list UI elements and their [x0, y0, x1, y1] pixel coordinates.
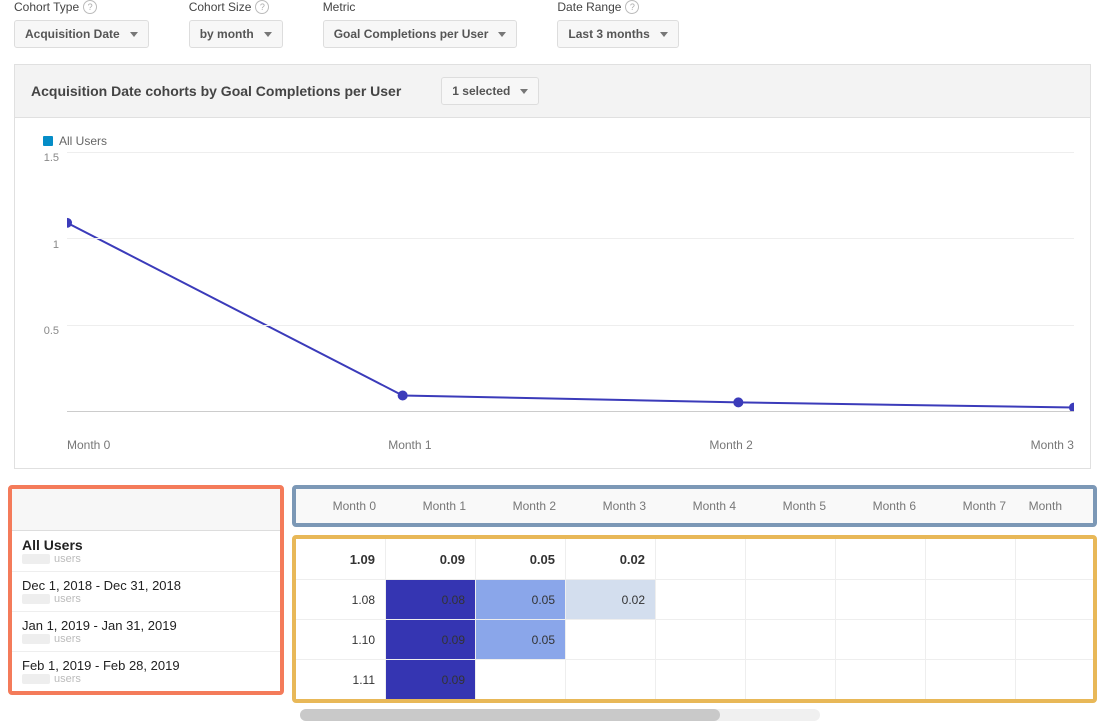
cohort-matrix-cell[interactable]: 0.09: [386, 539, 476, 579]
chart-legend: All Users: [31, 126, 1074, 152]
y-axis: 1.5 1 0.5: [31, 152, 67, 412]
cohort-matrix-cell[interactable]: [1016, 620, 1097, 659]
date-range-dropdown[interactable]: Last 3 months: [557, 20, 678, 48]
cohort-matrix-cell[interactable]: 0.05: [476, 539, 566, 579]
chevron-down-icon: [520, 89, 528, 94]
cohort-matrix-cell[interactable]: [926, 620, 1016, 659]
cohort-row-item[interactable]: Feb 1, 2019 - Feb 28, 2019 users: [12, 651, 280, 691]
cohort-matrix-cell[interactable]: 0.02: [566, 580, 656, 619]
cohort-column-header: Month 0: [296, 499, 386, 513]
line-series: [67, 152, 1074, 411]
cohort-matrix: 1.090.090.050.021.080.080.050.021.100.09…: [292, 535, 1097, 703]
chevron-down-icon: [660, 32, 668, 37]
cohort-matrix-cell[interactable]: [656, 660, 746, 699]
cohort-matrix-cell[interactable]: 1.11: [296, 660, 386, 699]
cohort-matrix-cell[interactable]: 1.09: [296, 539, 386, 579]
card-title: Acquisition Date cohorts by Goal Complet…: [31, 83, 401, 99]
cohort-matrix-cell[interactable]: 1.08: [296, 580, 386, 619]
cohort-matrix-cell[interactable]: [746, 660, 836, 699]
cohort-size-dropdown[interactable]: by month: [189, 20, 283, 48]
cohort-matrix-area: Month 0Month 1Month 2Month 3Month 4Month…: [284, 485, 1097, 703]
row-labels-header-gap: [12, 489, 280, 531]
cohort-matrix-cell[interactable]: [746, 580, 836, 619]
cohort-size-group: Cohort Size ? by month: [189, 0, 283, 48]
cohort-row-summary[interactable]: All Users users: [12, 531, 280, 571]
cohort-row-labels: All Users users Dec 1, 2018 - Dec 31, 20…: [8, 485, 284, 695]
cohort-matrix-cell[interactable]: [746, 620, 836, 659]
cohort-column-header: Month 5: [746, 499, 836, 513]
metric-dropdown[interactable]: Goal Completions per User: [323, 20, 518, 48]
cohort-matrix-cell[interactable]: [926, 539, 1016, 579]
cohort-matrix-cell[interactable]: [476, 660, 566, 699]
series-selector-dropdown[interactable]: 1 selected: [441, 77, 539, 105]
cohort-matrix-cell[interactable]: [566, 620, 656, 659]
cohort-matrix-cell[interactable]: [746, 539, 836, 579]
cohort-column-header: Month 6: [836, 499, 926, 513]
x-axis: Month 0 Month 1 Month 2 Month 3: [31, 432, 1074, 452]
cohort-matrix-cell[interactable]: 0.09: [386, 620, 476, 659]
date-range-label: Date Range ?: [557, 0, 678, 14]
cohort-row-item[interactable]: Jan 1, 2019 - Jan 31, 2019 users: [12, 611, 280, 651]
legend-swatch: [43, 136, 53, 146]
cohort-matrix-cell[interactable]: 0.05: [476, 580, 566, 619]
cohort-matrix-cell[interactable]: [566, 660, 656, 699]
cohort-column-header: Month 3: [566, 499, 656, 513]
cohort-size-label: Cohort Size ?: [189, 0, 283, 14]
cohort-matrix-cell[interactable]: [836, 580, 926, 619]
cohort-matrix-cell[interactable]: [1016, 660, 1097, 699]
help-icon[interactable]: ?: [625, 0, 639, 14]
legend-label: All Users: [59, 134, 107, 148]
cohort-card: Acquisition Date cohorts by Goal Complet…: [14, 64, 1091, 469]
cohort-matrix-cell[interactable]: [836, 539, 926, 579]
cohort-matrix-cell[interactable]: [1016, 539, 1097, 579]
scrollbar-thumb[interactable]: [300, 709, 720, 721]
cohort-matrix-cell[interactable]: [656, 539, 746, 579]
cohort-matrix-cell[interactable]: [656, 580, 746, 619]
cohort-column-header: Month 4: [656, 499, 746, 513]
line-chart[interactable]: 1.5 1 0.5: [31, 152, 1074, 432]
cohort-matrix-cell[interactable]: 1.10: [296, 620, 386, 659]
card-header: Acquisition Date cohorts by Goal Complet…: [15, 64, 1090, 118]
cohort-column-header: Month 1: [386, 499, 476, 513]
cohort-matrix-cell[interactable]: 0.09: [386, 660, 476, 699]
cohort-matrix-cell[interactable]: [926, 580, 1016, 619]
cohort-row-item[interactable]: Dec 1, 2018 - Dec 31, 2018 users: [12, 571, 280, 611]
help-icon[interactable]: ?: [83, 0, 97, 14]
metric-group: Metric Goal Completions per User: [323, 0, 518, 48]
cohort-column-header: Month: [1016, 499, 1072, 513]
cohort-type-group: Cohort Type ? Acquisition Date: [14, 0, 149, 48]
metric-label: Metric: [323, 0, 518, 14]
date-range-group: Date Range ? Last 3 months: [557, 0, 678, 48]
cohort-matrix-row: 1.110.09: [296, 659, 1093, 699]
cohort-matrix-cell[interactable]: [656, 620, 746, 659]
plot-area[interactable]: [67, 152, 1074, 412]
cohort-matrix-cell[interactable]: 0.02: [566, 539, 656, 579]
cohort-matrix-cell[interactable]: [836, 620, 926, 659]
cohort-column-headers: Month 0Month 1Month 2Month 3Month 4Month…: [292, 485, 1097, 527]
chevron-down-icon: [264, 32, 272, 37]
cohort-matrix-row: 1.090.090.050.02: [296, 539, 1093, 579]
chevron-down-icon: [498, 32, 506, 37]
cohort-type-dropdown[interactable]: Acquisition Date: [14, 20, 149, 48]
cohort-matrix-cell[interactable]: 0.08: [386, 580, 476, 619]
cohort-column-header: Month 2: [476, 499, 566, 513]
cohort-matrix-row: 1.100.090.05: [296, 619, 1093, 659]
report-controls: Cohort Type ? Acquisition Date Cohort Si…: [0, 0, 1105, 48]
horizontal-scrollbar[interactable]: [300, 709, 820, 721]
cohort-matrix-cell[interactable]: [836, 660, 926, 699]
cohort-matrix-cell[interactable]: 0.05: [476, 620, 566, 659]
cohort-matrix-cell[interactable]: [926, 660, 1016, 699]
cohort-type-label: Cohort Type ?: [14, 0, 149, 14]
card-body: All Users 1.5 1 0.5 Month 0 Month 1 Mont…: [15, 118, 1090, 468]
help-icon[interactable]: ?: [255, 0, 269, 14]
chevron-down-icon: [130, 32, 138, 37]
cohort-column-header: Month 7: [926, 499, 1016, 513]
cohort-matrix-cell[interactable]: [1016, 580, 1097, 619]
cohort-table: All Users users Dec 1, 2018 - Dec 31, 20…: [8, 485, 1097, 703]
cohort-matrix-row: 1.080.080.050.02: [296, 579, 1093, 619]
